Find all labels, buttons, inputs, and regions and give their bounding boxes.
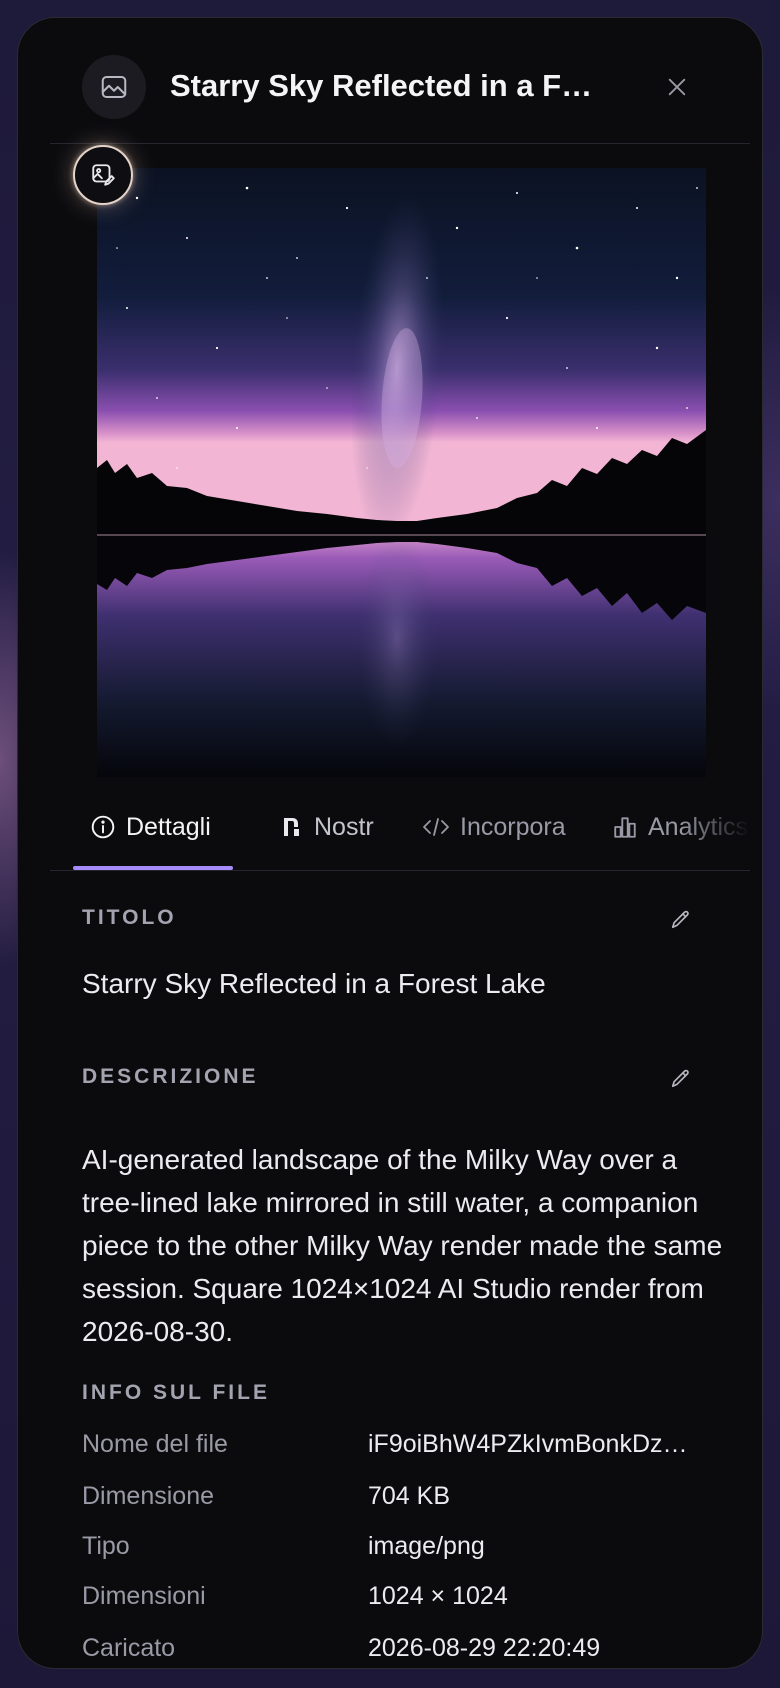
info-value: 2026-08-29 22:20:49 [368, 1634, 601, 1662]
close-icon [668, 78, 686, 96]
panel-title: Starry Sky Reflected in a F… [170, 68, 593, 103]
info-key: Dimensione [82, 1482, 215, 1510]
tab-label: Analytics [648, 812, 749, 841]
bar-chart-icon [614, 817, 636, 838]
file-info-row: Nome del file iF9oiBhW4PZkIvmBonkDz… [82, 1430, 742, 1470]
title-label: TITOLO [82, 906, 177, 929]
info-icon [91, 815, 115, 839]
tabs-divider [50, 870, 750, 871]
tab-label: Incorpora [460, 812, 566, 841]
tab-label: Dettagli [126, 812, 211, 841]
close-button[interactable] [659, 69, 695, 105]
info-value: 704 KB [368, 1482, 451, 1510]
pencil-icon [671, 1069, 689, 1088]
info-value: image/png [368, 1532, 485, 1560]
file-info-row: Tipo image/png [82, 1532, 742, 1572]
file-info-row: Dimensione 704 KB [82, 1482, 742, 1522]
image-preview[interactable] [97, 168, 706, 777]
tab-analytics[interactable]: Analytics [612, 786, 748, 868]
file-info-row: Dimensioni 1024 × 1024 [82, 1582, 742, 1622]
tab-dettagli[interactable]: Dettagli [90, 786, 211, 868]
tab-incorpora[interactable]: Incorpora [422, 786, 566, 868]
info-value: iF9oiBhW4PZkIvmBonkDz… [368, 1430, 688, 1458]
title-value: Starry Sky Reflected in a Forest Lake [82, 968, 546, 999]
image-icon [82, 55, 146, 119]
pencil-icon [671, 910, 689, 929]
file-info-label: INFO SUL FILE [82, 1381, 270, 1404]
description-label: DESCRIZIONE [82, 1065, 259, 1088]
tab-label: Nostr [314, 812, 374, 841]
tab-nostr[interactable]: Nostr [280, 786, 374, 868]
info-key: Caricato [82, 1634, 176, 1662]
description-value: AI-generated landscape of the Milky Way … [82, 1144, 723, 1347]
info-key: Tipo [82, 1532, 130, 1560]
info-key: Nome del file [82, 1430, 228, 1458]
image-details-panel: Starry Sky Reflected in a F… Dettagli No… [17, 17, 763, 1669]
edit-description-button[interactable] [666, 1063, 696, 1093]
panel-header: Starry Sky Reflected in a F… [18, 18, 762, 144]
edit-title-button[interactable] [666, 904, 696, 934]
header-divider [50, 143, 750, 144]
code-icon [423, 818, 449, 836]
nostr-icon [284, 818, 299, 836]
info-value: 1024 × 1024 [368, 1582, 508, 1610]
tab-bar: Dettagli Nostr Incorpora Analytics [50, 786, 750, 870]
file-info-row: Caricato 2026-08-29 22:20:49 [82, 1634, 742, 1668]
edit-image-button[interactable] [73, 145, 133, 205]
image-edit-icon [92, 164, 115, 186]
info-key: Dimensioni [82, 1582, 206, 1610]
